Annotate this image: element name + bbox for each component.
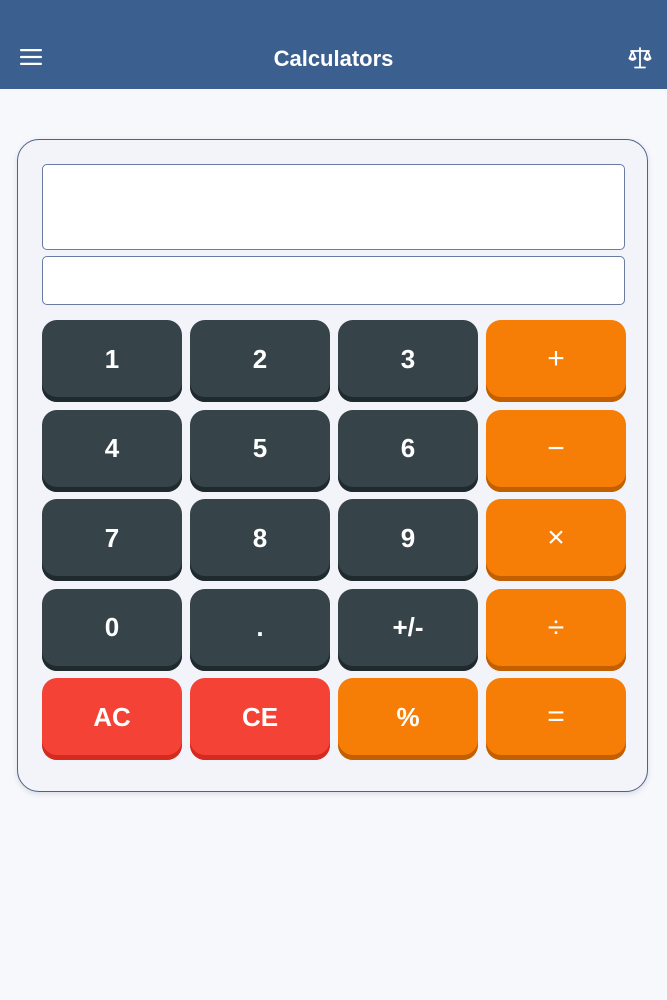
key-8[interactable]: 8: [190, 499, 330, 581]
key-5[interactable]: 5: [190, 409, 330, 492]
app-bar: Calculators: [0, 0, 667, 89]
add-button[interactable]: +: [486, 320, 626, 402]
key-9[interactable]: 9: [338, 499, 478, 581]
percent-button[interactable]: %: [338, 678, 478, 760]
scale-icon[interactable]: [622, 40, 658, 76]
key-0[interactable]: 0: [42, 588, 182, 671]
subtract-button[interactable]: −: [486, 409, 626, 492]
key-2[interactable]: 2: [190, 320, 330, 402]
all-clear-button[interactable]: AC: [42, 678, 182, 760]
equals-button[interactable]: =: [486, 678, 626, 760]
result-display: [42, 256, 625, 305]
divide-button[interactable]: ÷: [486, 588, 626, 671]
keypad: 1 2 3 + 4 5 6 − 7 8 9 × 0 . +/- ÷ AC CE …: [42, 320, 626, 760]
key-1[interactable]: 1: [42, 320, 182, 402]
page-title: Calculators: [273, 46, 394, 71]
key-7[interactable]: 7: [42, 499, 182, 581]
multiply-button[interactable]: ×: [486, 499, 626, 581]
key-4[interactable]: 4: [42, 409, 182, 492]
expression-display: [42, 164, 625, 250]
clear-entry-button[interactable]: CE: [190, 678, 330, 760]
toggle-sign-button[interactable]: +/-: [338, 588, 478, 671]
key-6[interactable]: 6: [338, 409, 478, 492]
decimal-point-button[interactable]: .: [190, 588, 330, 671]
key-3[interactable]: 3: [338, 320, 478, 402]
calculator-panel: 1 2 3 + 4 5 6 − 7 8 9 × 0 . +/- ÷ AC CE …: [17, 139, 648, 792]
